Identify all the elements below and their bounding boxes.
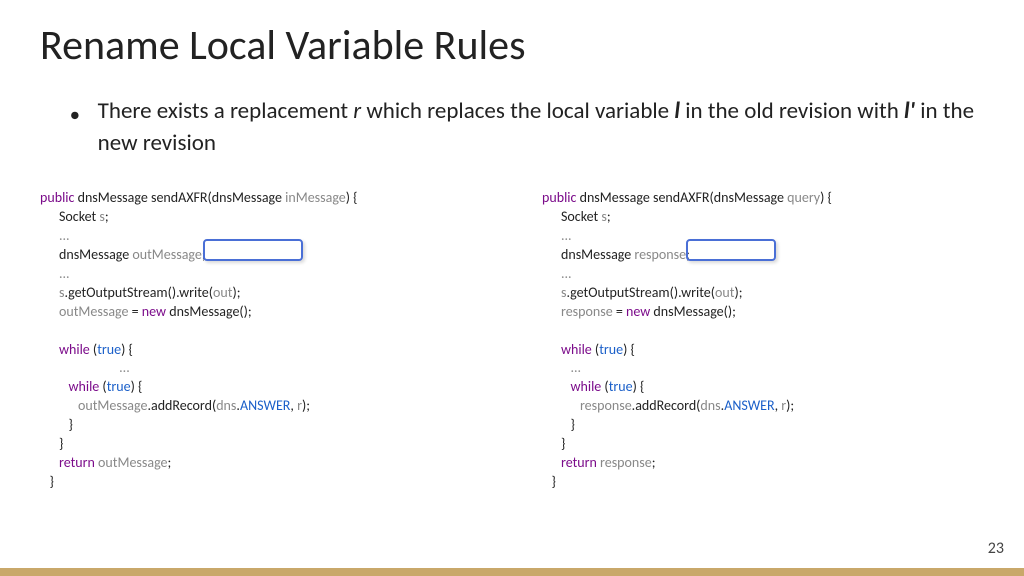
code-right: public dnsMessage sendAXFR(dnsMessage qu… [542, 189, 984, 529]
code-columns: public dnsMessage sendAXFR(dnsMessage in… [40, 189, 984, 529]
slide-title: Rename Local Variable Rules [40, 20, 984, 71]
bullet-dot-icon: ● [70, 105, 80, 127]
bullet-item: ● There exists a replacement r which rep… [40, 95, 984, 159]
bottom-accent-bar [0, 568, 1024, 576]
page-number: 23 [988, 539, 1004, 558]
highlight-box-right [686, 239, 776, 261]
code-left: public dnsMessage sendAXFR(dnsMessage in… [40, 189, 482, 529]
slide: Rename Local Variable Rules ● There exis… [0, 0, 1024, 576]
highlight-box-left [203, 239, 303, 261]
bullet-text: There exists a replacement r which repla… [98, 95, 984, 159]
